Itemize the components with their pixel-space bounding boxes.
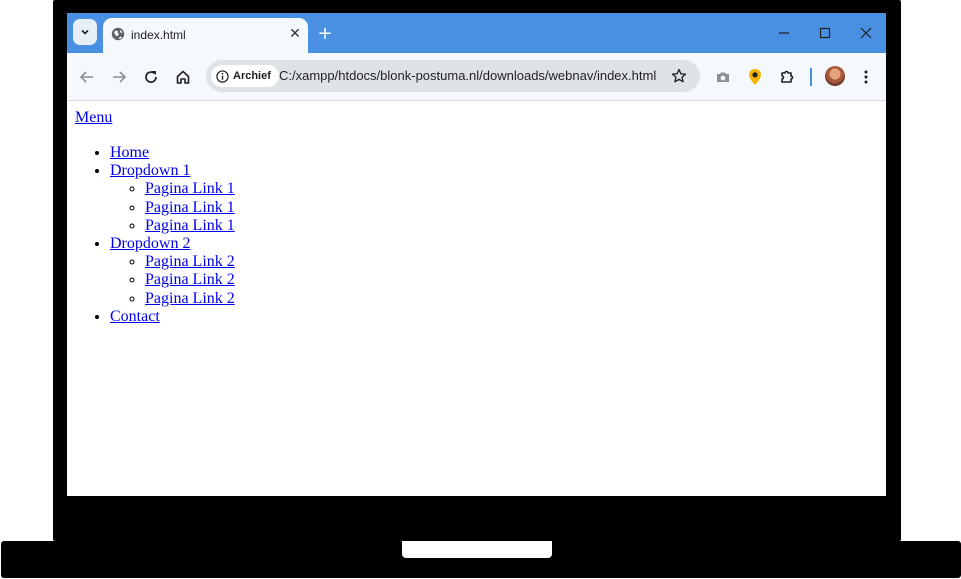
forward-icon xyxy=(113,71,127,83)
home-button[interactable] xyxy=(173,67,193,87)
home-icon xyxy=(176,70,190,84)
active-tab[interactable]: index.html ✕ xyxy=(103,18,308,53)
toolbar-separator xyxy=(810,68,812,86)
tab-search-button[interactable] xyxy=(73,19,97,45)
nav-link-dropdown-2[interactable]: Dropdown 2 xyxy=(110,235,190,252)
extensions-icon xyxy=(781,70,794,83)
maximize-button[interactable] xyxy=(815,23,835,43)
site-info-chip[interactable]: Archief xyxy=(211,65,279,87)
pagina-link-2[interactable]: Pagina Link 2 xyxy=(145,271,235,288)
pagina-link-1[interactable]: Pagina Link 1 xyxy=(145,199,235,216)
location-icon xyxy=(749,69,761,85)
nav-item-contact: Contact xyxy=(110,308,235,326)
bookmark-button[interactable] xyxy=(668,65,690,87)
url-text[interactable]: C:/xampp/htdocs/blonk-postuma.nl/downloa… xyxy=(279,68,656,83)
nav-link-contact[interactable]: Contact xyxy=(110,308,160,325)
pagina-link-1[interactable]: Pagina Link 1 xyxy=(145,180,235,197)
reload-icon xyxy=(145,71,157,83)
nav-link-home[interactable]: Home xyxy=(110,144,149,161)
page-content: Menu Home Dropdown 1 Pagina Link 1 Pagin… xyxy=(67,101,886,496)
star-icon xyxy=(671,68,687,83)
toolbar: Archief C:/xampp/htdocs/blonk-postuma.nl… xyxy=(67,53,886,101)
location-extension-button[interactable] xyxy=(745,67,765,87)
back-icon xyxy=(79,71,93,83)
dropdown-1-list: Pagina Link 1 Pagina Link 1 Pagina Link … xyxy=(110,180,235,235)
minimize-button[interactable] xyxy=(774,23,794,43)
pagina-link-1[interactable]: Pagina Link 1 xyxy=(145,217,235,234)
tab-strip: index.html ✕ + xyxy=(67,13,886,53)
tab-search-icon xyxy=(81,29,89,35)
close-tab-button[interactable]: ✕ xyxy=(286,25,304,43)
list-item: Pagina Link 2 xyxy=(145,271,235,289)
reload-button[interactable] xyxy=(141,67,161,87)
list-item: Pagina Link 1 xyxy=(145,180,235,198)
minimize-icon xyxy=(779,32,789,34)
extensions-button[interactable] xyxy=(777,67,797,87)
window-close-button[interactable] xyxy=(856,23,876,43)
list-item: Pagina Link 2 xyxy=(145,290,235,308)
list-item: Pagina Link 1 xyxy=(145,199,235,217)
tab-title: index.html xyxy=(131,28,186,42)
camera-icon xyxy=(717,72,729,82)
nav-item-dropdown-1: Dropdown 1 Pagina Link 1 Pagina Link 1 P… xyxy=(110,162,235,235)
list-item: Pagina Link 1 xyxy=(145,217,235,235)
menu-link[interactable]: Menu xyxy=(75,109,112,127)
nav-link-dropdown-1[interactable]: Dropdown 1 xyxy=(110,162,190,179)
pagina-link-2[interactable]: Pagina Link 2 xyxy=(145,253,235,270)
info-icon xyxy=(216,69,229,83)
forward-button[interactable] xyxy=(109,67,129,87)
laptop-notch xyxy=(402,541,552,558)
menu-dots-icon xyxy=(864,70,868,84)
browser-window: index.html ✕ + Archief C:/xampp/htdocs/b… xyxy=(67,13,886,496)
globe-icon xyxy=(111,27,125,41)
maximize-icon xyxy=(819,27,831,39)
list-item: Pagina Link 2 xyxy=(145,253,235,271)
security-chip-label: Archief xyxy=(233,70,271,82)
profile-avatar[interactable] xyxy=(825,66,845,86)
window-close-icon xyxy=(860,27,872,39)
nav-item-home: Home xyxy=(110,144,235,162)
pagina-link-2[interactable]: Pagina Link 2 xyxy=(145,290,235,307)
camera-button[interactable] xyxy=(713,67,733,87)
close-icon: ✕ xyxy=(289,26,301,42)
new-tab-button[interactable]: + xyxy=(314,22,336,44)
dropdown-2-list: Pagina Link 2 Pagina Link 2 Pagina Link … xyxy=(110,253,235,308)
nav-item-dropdown-2: Dropdown 2 Pagina Link 2 Pagina Link 2 P… xyxy=(110,235,235,308)
back-button[interactable] xyxy=(77,67,97,87)
address-bar[interactable]: Archief C:/xampp/htdocs/blonk-postuma.nl… xyxy=(206,60,700,92)
nav-list: Home Dropdown 1 Pagina Link 1 Pagina Lin… xyxy=(67,144,235,326)
browser-menu-button[interactable] xyxy=(856,67,876,87)
